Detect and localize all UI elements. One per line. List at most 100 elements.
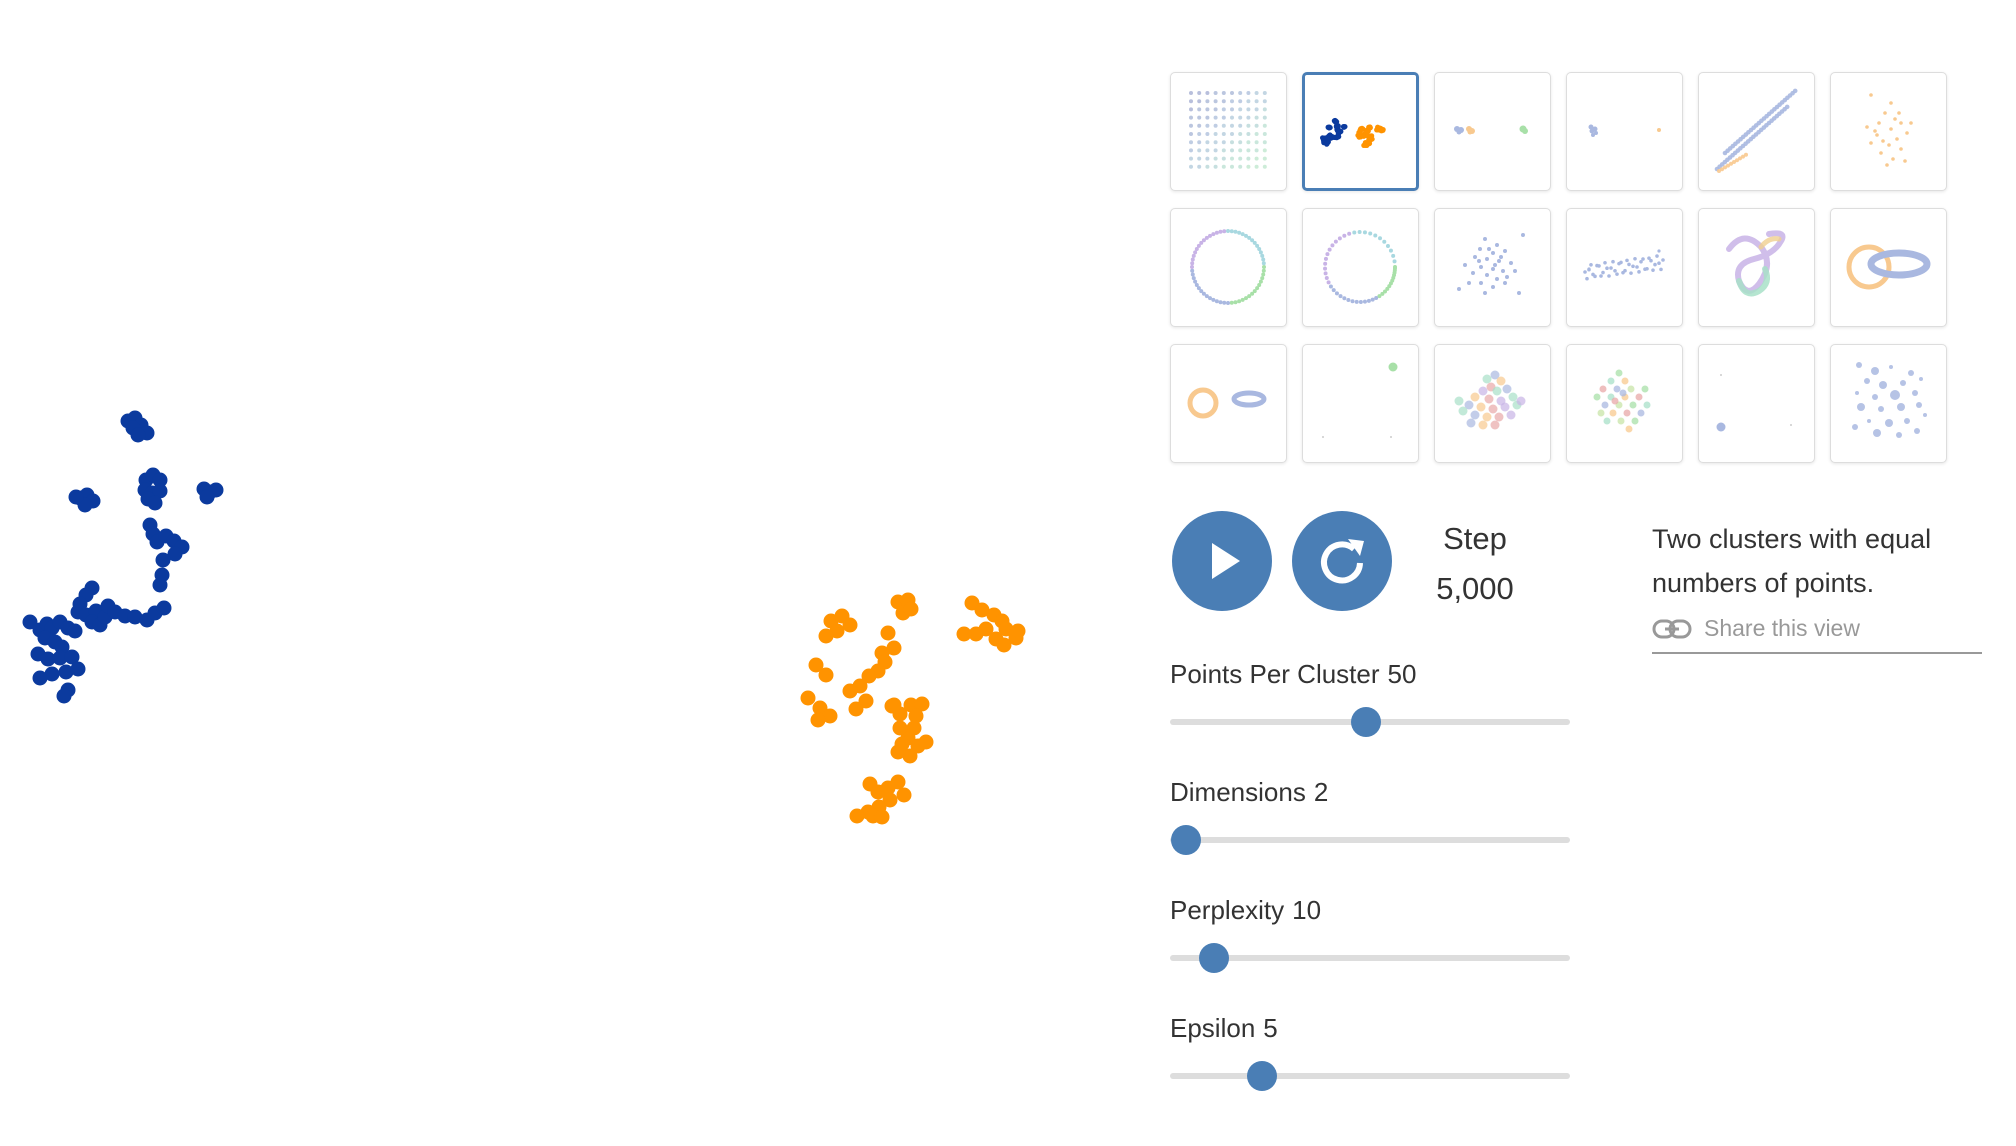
cluster-b-point bbox=[896, 787, 912, 803]
cluster-b-point bbox=[800, 690, 816, 706]
dataset-thumb-gaussian-cloud[interactable] bbox=[1434, 208, 1551, 327]
cluster-b-point bbox=[874, 809, 890, 825]
dataset-thumb-trefoil-knot[interactable] bbox=[1698, 208, 1815, 327]
slider-track[interactable] bbox=[1170, 825, 1570, 855]
control-panel: Step 5,000 Two clusters with equal numbe… bbox=[1170, 72, 1990, 1131]
parameter-sliders: Points Per Cluster 50 Dimensions 2 Perplex… bbox=[1170, 659, 1570, 1131]
dataset-thumb-unlinked-rings[interactable] bbox=[1170, 344, 1287, 463]
dataset-thumb-random-walk[interactable] bbox=[1830, 72, 1947, 191]
unevenly-spaced-circle-icon bbox=[1323, 230, 1397, 304]
slider-label: Perplexity bbox=[1170, 895, 1285, 925]
cluster-a-point bbox=[56, 688, 72, 704]
cluster-b-point bbox=[886, 697, 902, 713]
step-label: Step bbox=[1443, 521, 1507, 556]
circle-icon bbox=[1190, 229, 1266, 305]
slider-handle[interactable] bbox=[1247, 1061, 1277, 1091]
slider-value: 10 bbox=[1292, 895, 1322, 925]
dataset-thumb-grid[interactable] bbox=[1170, 72, 1287, 191]
dataset-thumb-cube[interactable] bbox=[1566, 344, 1683, 463]
slider-dimensions: Dimensions 2 bbox=[1170, 777, 1570, 895]
restart-button[interactable] bbox=[1292, 511, 1392, 611]
slider-label: Epsilon bbox=[1170, 1013, 1256, 1043]
dataset-thumb-two-clusters[interactable] bbox=[1302, 72, 1419, 191]
random-jump-icon bbox=[1454, 370, 1526, 430]
slider-handle[interactable] bbox=[1351, 707, 1381, 737]
share-link[interactable]: Share this view bbox=[1652, 615, 1982, 654]
cluster-b-point bbox=[1010, 623, 1026, 639]
play-icon bbox=[1212, 543, 1240, 579]
cluster-b-point bbox=[894, 736, 910, 752]
three-clusters-icon bbox=[1454, 125, 1528, 135]
cluster-a-point bbox=[152, 577, 168, 593]
step-value: 5,000 bbox=[1436, 571, 1514, 606]
tsne-canvas bbox=[0, 0, 1140, 1146]
dataset-thumb-uneven-circle[interactable] bbox=[1302, 208, 1419, 327]
link-icon bbox=[1652, 619, 1692, 638]
cluster-b-point bbox=[818, 628, 834, 644]
play-button[interactable] bbox=[1172, 511, 1272, 611]
slider-track[interactable] bbox=[1170, 1061, 1570, 1091]
dataset-thumb-three-clusters[interactable] bbox=[1434, 72, 1551, 191]
cluster-b-point bbox=[849, 808, 865, 824]
dataset-thumb-parallel-lines[interactable] bbox=[1698, 72, 1815, 191]
slider-label: Dimensions bbox=[1170, 777, 1306, 807]
cluster-b-point bbox=[956, 626, 972, 642]
slider-value: 50 bbox=[1387, 659, 1417, 689]
description-text: Two clusters with equal numbers of point… bbox=[1652, 524, 1932, 598]
cluster-a-point bbox=[32, 670, 48, 686]
cluster-b-point bbox=[918, 734, 934, 750]
trefoil-knot-icon bbox=[1726, 230, 1786, 297]
random-walk-icon bbox=[1865, 93, 1913, 167]
cluster-b-point bbox=[818, 667, 834, 683]
share-label: Share this view bbox=[1704, 615, 1860, 641]
dataset-thumb-scattered-dots[interactable] bbox=[1830, 344, 1947, 463]
cluster-a-point bbox=[67, 623, 83, 639]
cube-icon bbox=[1593, 369, 1651, 433]
dataset-thumb-circle[interactable] bbox=[1170, 208, 1287, 327]
dataset-thumb-elongated-gaussian[interactable] bbox=[1566, 208, 1683, 327]
dataset-thumb-two-distant-clusters[interactable] bbox=[1566, 72, 1683, 191]
slider-value: 5 bbox=[1263, 1013, 1278, 1043]
scattered-dots-icon bbox=[1852, 362, 1927, 438]
slider-handle[interactable] bbox=[1171, 825, 1201, 855]
slider-track[interactable] bbox=[1170, 707, 1570, 737]
dataset-thumb-random-jump[interactable] bbox=[1434, 344, 1551, 463]
dataset-thumb-sparse[interactable] bbox=[1302, 344, 1419, 463]
cluster-a-point bbox=[130, 427, 146, 443]
parallel-lines-icon bbox=[1714, 88, 1798, 173]
cluster-a-point bbox=[199, 489, 215, 505]
cluster-a-point bbox=[147, 495, 163, 511]
dataset-gallery bbox=[1170, 72, 1990, 463]
cluster-a-point bbox=[68, 489, 84, 505]
cluster-b-point bbox=[892, 720, 908, 736]
unlinked-rings-icon bbox=[1187, 387, 1267, 419]
linked-rings-icon bbox=[1846, 244, 1931, 290]
cluster-b-point bbox=[810, 712, 826, 728]
slider-perplexity: Perplexity 10 bbox=[1170, 895, 1570, 1013]
slider-points-per-cluster: Points Per Cluster 50 bbox=[1170, 659, 1570, 777]
restart-icon bbox=[1321, 539, 1364, 584]
cluster-a-point bbox=[58, 664, 74, 680]
cluster-b-point bbox=[996, 637, 1012, 653]
cluster-b-point bbox=[880, 625, 896, 641]
subset-clusters-icon bbox=[1716, 374, 1792, 432]
dataset-thumb-subset-clusters[interactable] bbox=[1698, 344, 1815, 463]
elongated-gaussian-icon bbox=[1583, 249, 1665, 281]
cluster-a-point bbox=[156, 600, 172, 616]
two-distant-clusters-icon bbox=[1588, 124, 1661, 137]
cluster-b-point bbox=[890, 774, 906, 790]
gaussian-cloud-icon bbox=[1457, 233, 1525, 295]
dataset-thumb-linked-rings[interactable] bbox=[1830, 208, 1947, 327]
dataset-description: Two clusters with equal numbers of point… bbox=[1652, 517, 1982, 654]
slider-epsilon: Epsilon 5 bbox=[1170, 1013, 1570, 1131]
slider-label: Points Per Cluster bbox=[1170, 659, 1380, 689]
cluster-a-point bbox=[155, 552, 171, 568]
playback-controls: Step 5,000 Two clusters with equal numbe… bbox=[1170, 511, 1990, 654]
cluster-b-point bbox=[848, 701, 864, 717]
slider-value: 2 bbox=[1313, 777, 1329, 807]
cluster-b-point bbox=[842, 617, 858, 633]
step-counter: Step 5,000 bbox=[1420, 519, 1530, 609]
slider-handle[interactable] bbox=[1199, 943, 1229, 973]
two-clusters-icon bbox=[1320, 117, 1386, 149]
slider-track[interactable] bbox=[1170, 943, 1570, 973]
